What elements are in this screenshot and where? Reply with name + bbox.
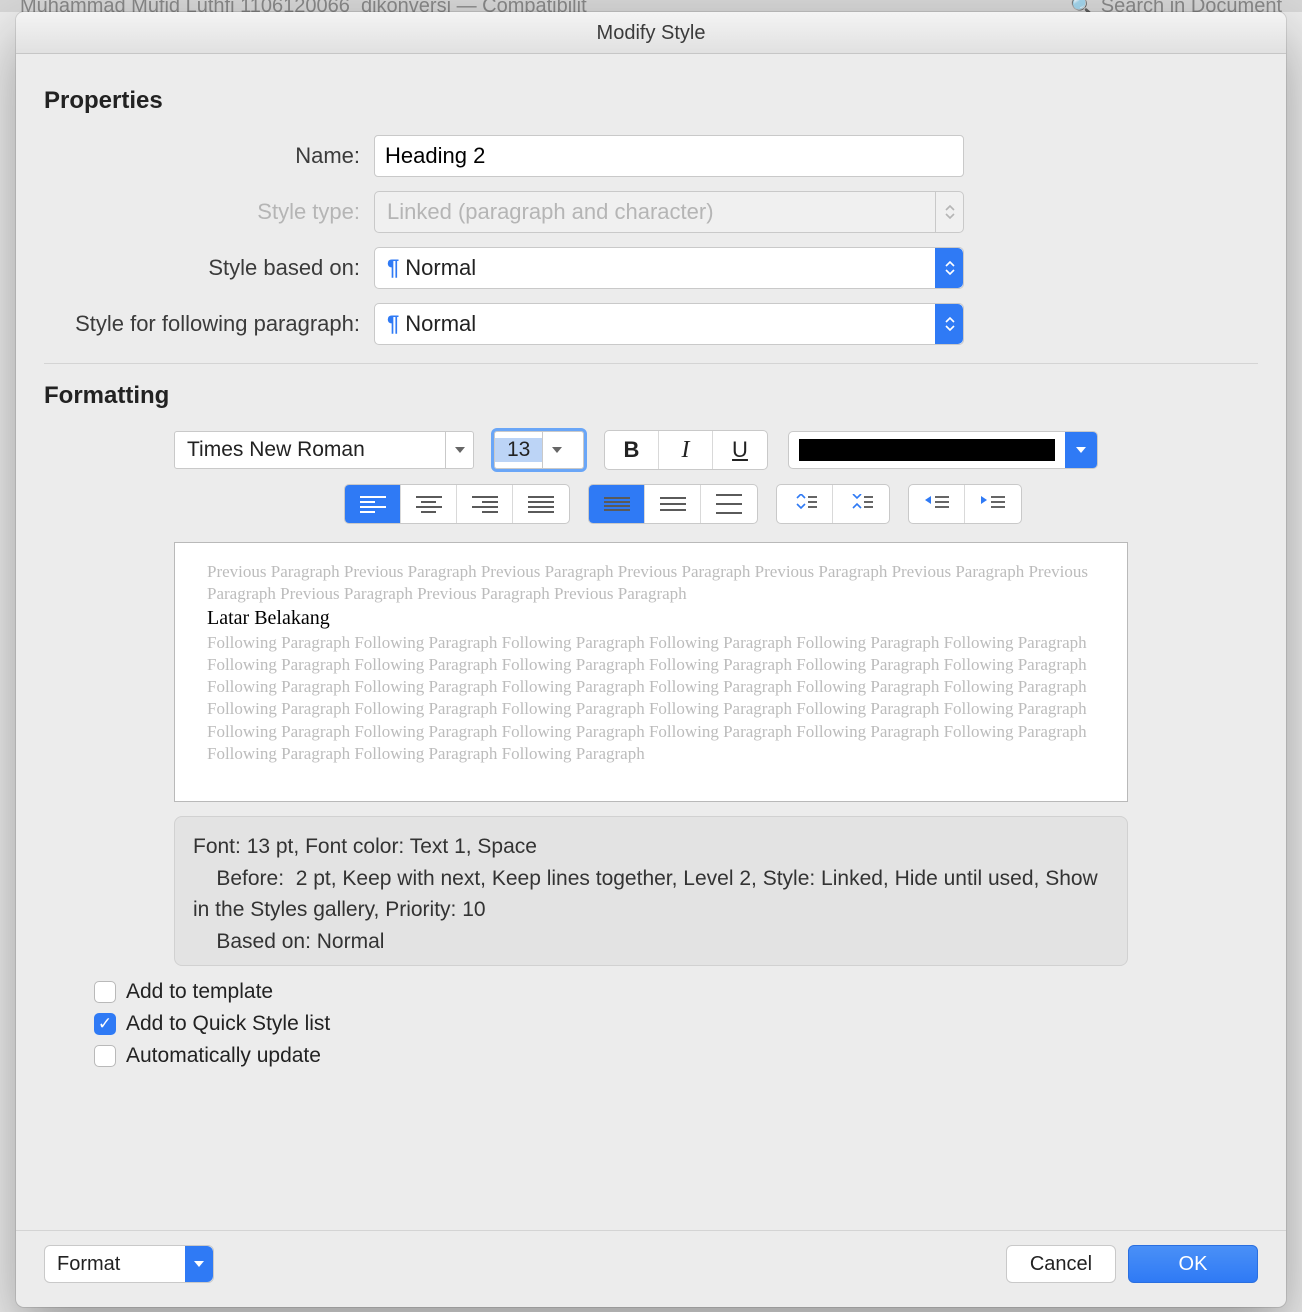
checkbox-checked-icon: ✓ — [94, 1013, 116, 1035]
ok-button[interactable]: OK — [1128, 1245, 1258, 1283]
chevron-down-icon — [445, 432, 473, 468]
align-left-button[interactable] — [345, 485, 401, 523]
space-before-button[interactable] — [777, 485, 833, 523]
style-preview: Previous Paragraph Previous Paragraph Pr… — [174, 542, 1128, 802]
chevron-down-icon — [185, 1246, 213, 1282]
style-type-select: Linked (paragraph and character) — [374, 191, 964, 233]
chevron-updown-icon — [935, 304, 963, 344]
line-spacing-1-button[interactable] — [589, 485, 645, 523]
add-to-quick-style-row[interactable]: ✓ Add to Quick Style list — [94, 1012, 1258, 1036]
chevron-down-icon — [542, 432, 570, 468]
decrease-indent-button[interactable] — [909, 485, 965, 523]
cancel-button[interactable]: Cancel — [1006, 1245, 1116, 1283]
compat-mode: Compatibilit — [482, 0, 586, 12]
label-name: Name: — [44, 143, 374, 169]
font-size-value: 13 — [495, 438, 542, 462]
auto-update-row[interactable]: Automatically update — [94, 1044, 1258, 1068]
font-combo[interactable]: Times New Roman — [174, 431, 474, 469]
format-label: Format — [57, 1253, 120, 1276]
increase-indent-button[interactable] — [965, 485, 1021, 523]
font-color-picker[interactable] — [788, 431, 1098, 469]
underline-button[interactable]: U — [713, 431, 767, 469]
preview-next: Following Paragraph Following Paragraph … — [207, 632, 1095, 765]
add-to-template-row[interactable]: Add to template — [94, 980, 1258, 1004]
stepper-icon — [935, 192, 963, 232]
add-to-quick-style-label: Add to Quick Style list — [126, 1012, 330, 1036]
pilcrow-icon: ¶ — [387, 255, 399, 281]
color-swatch — [799, 439, 1055, 461]
chevron-updown-icon — [935, 248, 963, 288]
name-input[interactable] — [374, 135, 964, 177]
font-size-combo[interactable]: 13 — [494, 431, 584, 469]
chevron-down-icon — [1065, 432, 1097, 468]
following-select[interactable]: ¶ Normal — [374, 303, 964, 345]
italic-button[interactable]: I — [659, 431, 713, 469]
font-value: Times New Roman — [175, 438, 377, 462]
biu-group: B I U — [604, 430, 768, 470]
preview-prev: Previous Paragraph Previous Paragraph Pr… — [207, 561, 1095, 605]
line-spacing-2-button[interactable] — [701, 485, 757, 523]
pilcrow-icon: ¶ — [387, 311, 399, 337]
modify-style-dialog: Modify Style Properties Name: Style type… — [16, 12, 1286, 1307]
style-description: Font: 13 pt, Font color: Text 1, Space B… — [174, 816, 1128, 966]
format-menu-button[interactable]: Format — [44, 1245, 214, 1283]
checkbox-icon — [94, 1045, 116, 1067]
label-based-on: Style based on: — [44, 255, 374, 281]
align-justify-button[interactable] — [513, 485, 569, 523]
label-style-type: Style type: — [44, 199, 374, 225]
dialog-title: Modify Style — [16, 12, 1286, 54]
label-following: Style for following paragraph: — [44, 311, 374, 337]
app-titlebar: Muhammad Mufid Luthfi 1106120066_dikonve… — [0, 0, 1302, 12]
style-type-value: Linked (paragraph and character) — [387, 199, 714, 225]
space-after-button[interactable] — [833, 485, 889, 523]
bold-button[interactable]: B — [605, 431, 659, 469]
add-to-template-label: Add to template — [126, 980, 273, 1004]
based-on-select[interactable]: ¶ Normal — [374, 247, 964, 289]
following-value: Normal — [405, 311, 476, 337]
search-placeholder: Search in Document — [1101, 0, 1282, 12]
preview-sample: Latar Belakang — [207, 607, 1095, 630]
section-formatting: Formatting — [44, 382, 1258, 410]
based-on-value: Normal — [405, 255, 476, 281]
align-right-button[interactable] — [457, 485, 513, 523]
align-center-button[interactable] — [401, 485, 457, 523]
search-icon: 🔍 — [1070, 0, 1095, 12]
checkbox-icon — [94, 981, 116, 1003]
doc-title: Muhammad Mufid Luthfi 1106120066_dikonve… — [20, 0, 451, 12]
section-properties: Properties — [44, 87, 1258, 115]
line-spacing-1.5-button[interactable] — [645, 485, 701, 523]
auto-update-label: Automatically update — [126, 1044, 321, 1068]
